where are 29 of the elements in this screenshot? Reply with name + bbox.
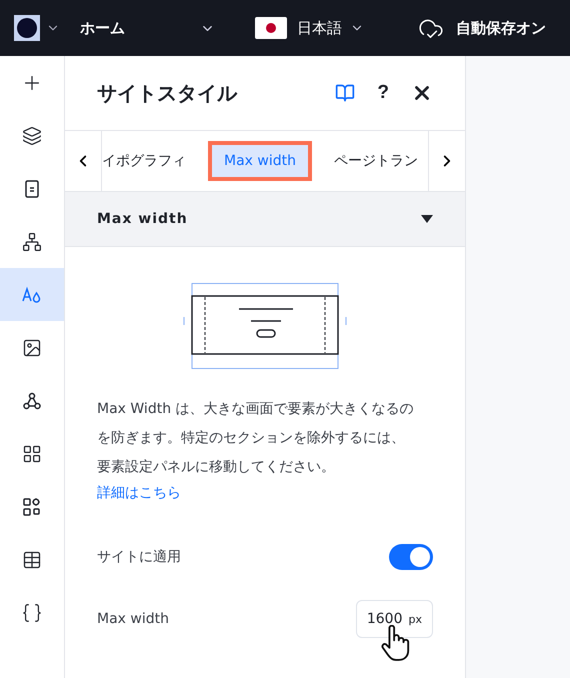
page-selector[interactable]: ホーム [80, 18, 125, 38]
section-header[interactable]: Max width [65, 192, 465, 247]
max-width-label: Max width [97, 611, 169, 627]
sitemap-icon [22, 232, 42, 252]
apply-label: サイトに適用 [97, 548, 181, 566]
autosave-status: 自動保存オン [456, 18, 546, 38]
help-button[interactable]: ? [377, 82, 389, 104]
caret-down-icon[interactable] [421, 214, 433, 224]
braces-icon [21, 602, 43, 624]
toggle-switch[interactable] [389, 544, 433, 570]
table-icon [22, 550, 42, 570]
tab[interactable]: ページトラン [334, 152, 418, 170]
description-text: Max Width は、大きな画面で要素が大きくなるのを防ぎます。特定のセクションを除外するには、要素設定パネルに移動してください。 [97, 400, 415, 477]
hand-cursor-icon [380, 625, 411, 663]
tab[interactable]: イポグラフィ [102, 152, 186, 170]
apps-gear-icon [22, 496, 42, 516]
language-selector[interactable]: 日本語 [297, 18, 342, 38]
book-icon[interactable] [335, 83, 356, 103]
nodes-icon [22, 390, 42, 410]
section-title: Max width [97, 211, 188, 227]
site-logo[interactable] [14, 15, 40, 41]
japan-flag-icon [255, 17, 287, 39]
grid-icon [22, 444, 42, 464]
tab[interactable]: Max width [208, 141, 312, 181]
layers-icon [22, 126, 42, 146]
text-drop-icon [22, 284, 42, 304]
panel-title: サイトスタイル [97, 80, 238, 106]
image-icon [22, 338, 42, 358]
learn-more-link[interactable]: 詳細はこちら [97, 484, 181, 502]
